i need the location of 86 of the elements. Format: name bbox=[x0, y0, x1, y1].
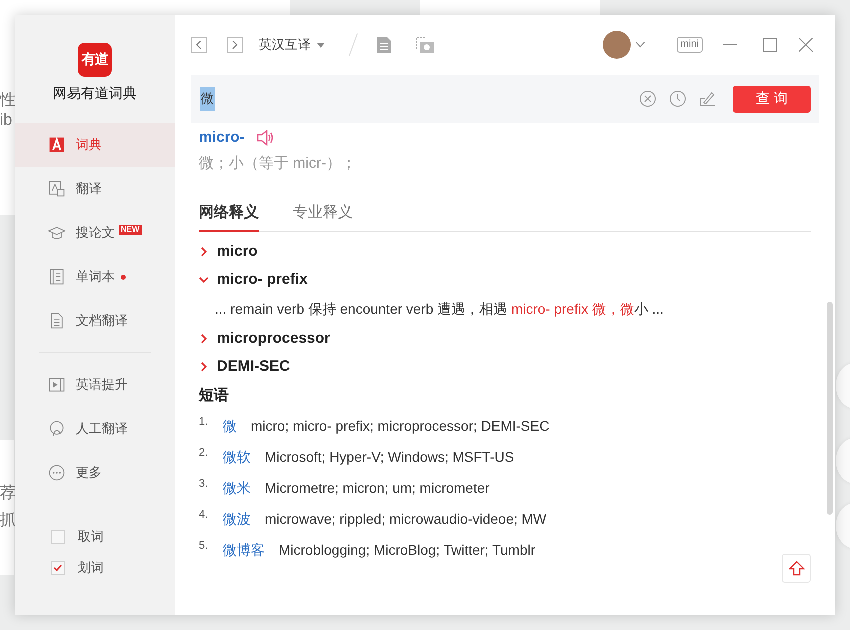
close-icon[interactable] bbox=[799, 38, 813, 52]
sidebar-item[interactable]: 人工翻译 bbox=[15, 407, 175, 451]
caret-icon[interactable] bbox=[317, 42, 325, 48]
sidebar-label: 词典 bbox=[76, 136, 102, 154]
tab[interactable]: 网络释义 bbox=[199, 203, 259, 232]
list-number: 5. bbox=[199, 540, 210, 552]
list-number: 2. bbox=[199, 447, 210, 459]
phrase-link[interactable]: 微波 bbox=[223, 511, 251, 529]
sidebar-item[interactable]: 单词本 bbox=[15, 255, 175, 299]
example-sentence: ... remain verb 保持 encounter verb 遭遇，相遇 micro- prefix 微，微小 ... bbox=[215, 301, 665, 319]
history-clock-icon[interactable] bbox=[669, 90, 687, 108]
sidebar-label: 翻译 bbox=[76, 180, 102, 198]
phrase-translation: micro; micro- prefix; microprocessor; DEMI-SEC bbox=[251, 418, 550, 434]
sidebar-item[interactable]: 搜论文 NEW bbox=[15, 211, 175, 255]
section-heading: 短语 bbox=[199, 386, 230, 405]
sidebar-label: 搜论文 bbox=[76, 224, 115, 242]
chevron-right-icon[interactable] bbox=[199, 362, 209, 372]
sidebar-item[interactable]: 英语提升 bbox=[15, 363, 175, 407]
document-icon bbox=[48, 312, 66, 330]
sidebar-item[interactable]: 更多 bbox=[15, 451, 175, 495]
search-field[interactable]: 微 bbox=[200, 87, 627, 111]
sidebar-label: 英语提升 bbox=[76, 376, 128, 394]
meaning-term[interactable]: microprocessor bbox=[217, 330, 330, 347]
language-dropdown[interactable]: 英汉互译 bbox=[259, 36, 325, 54]
document-icon[interactable] bbox=[376, 36, 392, 54]
notebook-icon bbox=[48, 268, 66, 286]
phrase-translation: Micrometre; micron; um; micrometer bbox=[265, 480, 490, 496]
back-button[interactable] bbox=[191, 37, 207, 53]
app-name: 网易有道词典 bbox=[53, 85, 137, 103]
phrase-link[interactable]: 微软 bbox=[223, 449, 251, 467]
phrase-link[interactable]: 微博客 bbox=[223, 542, 265, 560]
mini-mode-button[interactable]: mini bbox=[676, 37, 703, 53]
maximize-icon[interactable] bbox=[763, 38, 777, 52]
clear-icon[interactable] bbox=[639, 90, 657, 108]
background-text: 抓 bbox=[0, 511, 16, 531]
list-number: 3. bbox=[199, 478, 210, 490]
search-button[interactable]: 查 询 bbox=[733, 86, 811, 112]
chevron-down-icon[interactable] bbox=[636, 42, 645, 48]
phrase-link[interactable]: 微米 bbox=[223, 480, 251, 498]
background-text: 荐 bbox=[0, 484, 16, 504]
chevron-left-icon[interactable] bbox=[195, 41, 203, 49]
definition: 微；小（等于 micr-）； bbox=[199, 154, 358, 173]
sidebar-label: 更多 bbox=[76, 464, 102, 482]
checkbox[interactable] bbox=[51, 530, 65, 544]
meaning-term[interactable]: micro- prefix bbox=[217, 271, 308, 288]
forward-button[interactable] bbox=[227, 37, 243, 53]
new-badge: NEW bbox=[119, 225, 142, 235]
checkbox-label: 划词 bbox=[78, 559, 104, 577]
chevron-right-icon[interactable] bbox=[199, 246, 209, 256]
chevron-right-icon[interactable] bbox=[231, 41, 239, 49]
chevron-down-icon[interactable] bbox=[199, 274, 209, 284]
sidebar-label: 文档翻译 bbox=[76, 312, 128, 330]
list-number: 1. bbox=[199, 416, 210, 428]
handwriting-pen-icon[interactable] bbox=[699, 90, 717, 108]
headword: micro- bbox=[199, 129, 245, 146]
chevron-right-icon[interactable] bbox=[199, 334, 209, 344]
up-arrow-icon bbox=[788, 560, 804, 576]
checkbox-label: 取词 bbox=[78, 528, 104, 546]
checkbox[interactable] bbox=[51, 561, 65, 575]
meaning-term[interactable]: micro bbox=[217, 243, 258, 260]
app-logo: 有道 bbox=[78, 43, 112, 77]
phrase-translation: microwave; rippled; microwaudio-videoe; MW bbox=[265, 511, 547, 527]
sidebar-item[interactable]: 词典 bbox=[15, 123, 175, 167]
more-icon bbox=[48, 464, 66, 482]
graduation-cap-icon bbox=[48, 224, 66, 242]
checkmark-icon bbox=[53, 563, 63, 573]
avatar[interactable] bbox=[602, 31, 631, 59]
background-text: ib bbox=[0, 112, 12, 130]
phrase-translation: Microsoft; Hyper-V; Windows; MSFT-US bbox=[265, 449, 514, 465]
back-to-top-button[interactable] bbox=[782, 554, 811, 583]
meaning-term[interactable]: DEMI-SEC bbox=[217, 358, 290, 375]
tab[interactable]: 专业释义 bbox=[293, 203, 353, 232]
translate-icon bbox=[48, 180, 66, 198]
sidebar-label: 人工翻译 bbox=[76, 420, 128, 438]
speaker-icon[interactable] bbox=[256, 130, 275, 146]
scrollbar-thumb[interactable] bbox=[827, 302, 833, 515]
selected-text: 微 bbox=[200, 87, 215, 111]
sidebar-item[interactable]: 翻译 bbox=[15, 167, 175, 211]
phrase-translation: Microblogging; MicroBlog; Twitter; Tumblr bbox=[279, 542, 536, 558]
list-number: 4. bbox=[199, 509, 210, 521]
play-icon bbox=[48, 376, 66, 394]
phrase-link[interactable]: 微 bbox=[223, 418, 237, 436]
sidebar-item[interactable]: 文档翻译 bbox=[15, 299, 175, 343]
screenshot-camera-icon[interactable] bbox=[416, 36, 435, 54]
sidebar-label: 单词本 bbox=[76, 268, 115, 286]
letter-a-icon bbox=[48, 136, 66, 154]
